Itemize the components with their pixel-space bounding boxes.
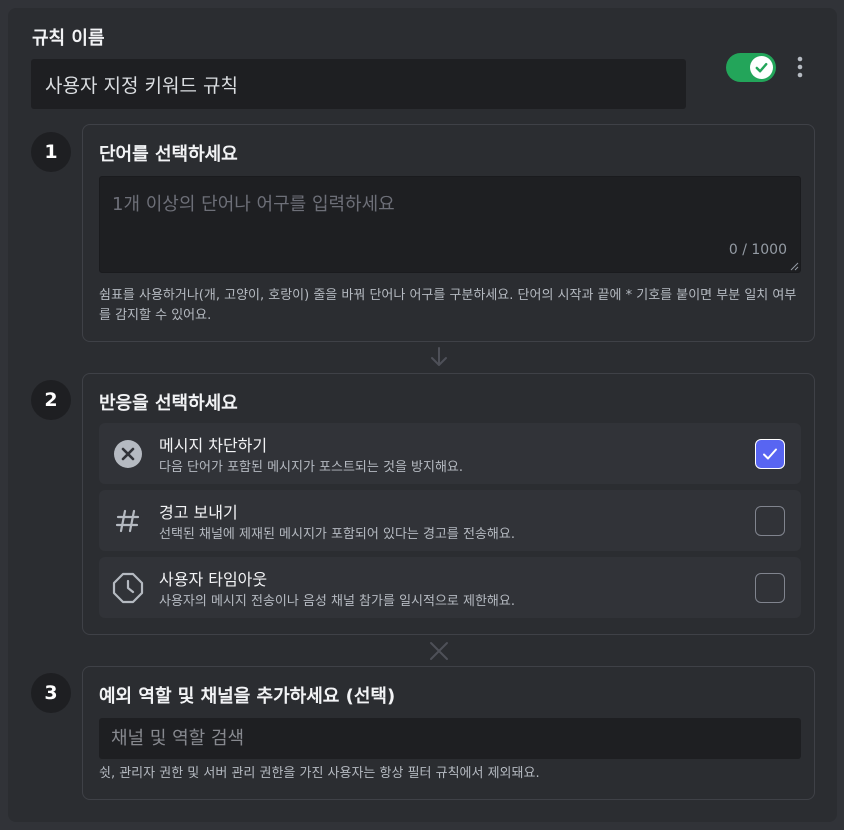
option-send-alert[interactable]: 경고 보내기 선택된 채널에 제재된 메시지가 포함되어 있다는 경고를 전송해…: [99, 490, 801, 551]
option-title: 사용자 타임아웃: [159, 570, 268, 589]
arrow-down-icon: [431, 347, 447, 366]
timeout-user-checkbox[interactable]: [755, 573, 785, 603]
character-counter: 0 / 1000: [728, 242, 787, 258]
option-title: 경고 보내기: [159, 503, 238, 522]
send-alert-checkbox[interactable]: [755, 506, 785, 536]
step-3-help-text: 쉿, 관리자 권한 및 서버 관리 권한을 가진 사용자는 항상 필터 규칙에서…: [99, 766, 540, 781]
option-title: 메시지 차단하기: [159, 436, 268, 455]
role-channel-search-input[interactable]: [99, 718, 801, 759]
step-3-card: 예외 역할 및 채널을 추가하세요 (선택) 쉿, 관리자 권한 및 서버 관리…: [82, 666, 815, 800]
cross-connector-icon: [430, 642, 448, 660]
check-icon: [763, 448, 777, 460]
option-icon: [111, 504, 145, 538]
hash-icon: [115, 509, 140, 533]
option-block-message[interactable]: 메시지 차단하기 다음 단어가 포함된 메시지가 포스트되는 것을 방지해요.: [99, 423, 801, 484]
step-number-3: 3: [31, 673, 71, 713]
step-1-card: 단어를 선택하세요 0 / 1000 쉼표를 사용하거나(개, 고양이, 호랑이…: [82, 124, 815, 342]
block-message-checkbox[interactable]: [755, 439, 785, 469]
option-icon: [111, 571, 145, 605]
block-x-icon: [114, 440, 142, 468]
clock-icon: [112, 572, 144, 604]
step-1-help-text: 쉼표를 사용하거나(개, 고양이, 호랑이) 줄을 바꿔 단어나 어구를 구분하…: [99, 288, 797, 323]
step-3-title: 예외 역할 및 채널을 추가하세요 (선택): [99, 686, 396, 707]
rule-enabled-toggle[interactable]: [726, 53, 776, 82]
option-timeout-user[interactable]: 사용자 타임아웃 사용자의 메시지 전송이나 음성 채널 참가를 일시적으로 제…: [99, 557, 801, 618]
step-number-1: 1: [31, 132, 71, 172]
rule-name-input[interactable]: [31, 59, 686, 109]
option-description: 다음 단어가 포함된 메시지가 포스트되는 것을 방지해요.: [159, 460, 464, 475]
step-2-title: 반응을 선택하세요: [99, 393, 238, 414]
step-number-2: 2: [31, 380, 71, 420]
step-1-title: 단어를 선택하세요: [99, 144, 238, 165]
resize-grip-icon[interactable]: [790, 262, 799, 271]
rule-name-label: 규칙 이름: [32, 28, 105, 49]
option-icon: [111, 437, 145, 471]
toggle-knob: [750, 56, 773, 79]
option-description: 선택된 채널에 제재된 메시지가 포함되어 있다는 경고를 전송해요.: [159, 527, 515, 542]
keywords-textarea[interactable]: [99, 176, 801, 273]
option-description: 사용자의 메시지 전송이나 음성 채널 참가를 일시적으로 제한해요.: [159, 594, 515, 609]
more-options-button[interactable]: [791, 55, 809, 79]
more-vertical-icon: [797, 56, 803, 78]
check-icon: [755, 63, 768, 73]
step-2-card: 반응을 선택하세요 메시지 차단하기 다음 단어가 포함된 메시지가 포스트되는…: [82, 373, 815, 635]
